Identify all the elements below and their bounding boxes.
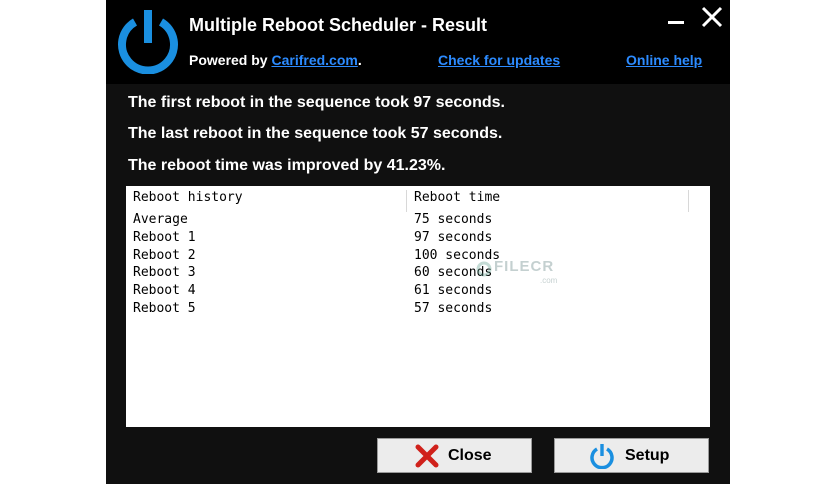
carifred-link[interactable]: Carifred.com — [271, 52, 357, 68]
window-title: Multiple Reboot Scheduler - Result — [189, 15, 488, 35]
list-row-average[interactable]: Average 75 seconds — [126, 212, 710, 230]
powered-suffix: . — [357, 52, 362, 68]
row-value: 75 seconds — [414, 212, 493, 227]
list-row-reboot-1[interactable]: Reboot 1 97 seconds — [126, 230, 710, 248]
row-label: Reboot 1 — [133, 230, 196, 245]
power-icon — [590, 444, 614, 469]
red-x-icon — [415, 444, 439, 468]
window-header: Multiple Reboot Scheduler - Result Power… — [106, 0, 730, 84]
window-close-icon[interactable] — [700, 5, 724, 29]
minimize-icon — [668, 21, 684, 24]
row-value: 97 seconds — [414, 230, 493, 245]
powered-by-text: Powered by Carifred.com. — [189, 52, 362, 68]
row-label: Reboot 3 — [133, 265, 196, 280]
close-button-label: Close — [448, 447, 492, 464]
last-reboot-message: The last reboot in the sequence took 57 … — [128, 125, 503, 142]
first-reboot-message: The first reboot in the sequence took 97… — [128, 94, 505, 111]
check-for-updates-link[interactable]: Check for updates — [438, 52, 560, 68]
close-button[interactable]: Close — [377, 438, 532, 473]
list-row-reboot-3[interactable]: Reboot 3 60 seconds — [126, 265, 710, 283]
column-divider[interactable] — [406, 190, 407, 212]
column-divider[interactable] — [688, 190, 689, 212]
row-value: 61 seconds — [414, 283, 493, 298]
result-window: Multiple Reboot Scheduler - Result Power… — [106, 0, 730, 484]
row-value: 60 seconds — [414, 265, 493, 280]
column-header-reboot-history[interactable]: Reboot history — [133, 190, 243, 205]
column-header-reboot-time[interactable]: Reboot time — [414, 190, 500, 205]
online-help-link[interactable]: Online help — [626, 52, 702, 68]
reboot-history-list[interactable]: Reboot history Reboot time Average 75 se… — [126, 186, 710, 427]
list-row-reboot-4[interactable]: Reboot 4 61 seconds — [126, 283, 710, 301]
row-label: Reboot 5 — [133, 301, 196, 316]
list-row-reboot-2[interactable]: Reboot 2 100 seconds — [126, 248, 710, 266]
minimize-button[interactable] — [666, 2, 686, 26]
setup-button[interactable]: Setup — [554, 438, 709, 473]
list-row-reboot-5[interactable]: Reboot 5 57 seconds — [126, 301, 710, 319]
row-label: Reboot 4 — [133, 283, 196, 298]
power-logo-icon — [118, 10, 178, 74]
setup-button-label: Setup — [625, 447, 670, 464]
row-label: Average — [133, 212, 188, 227]
list-header: Reboot history Reboot time — [126, 190, 710, 210]
row-value: 100 seconds — [414, 248, 501, 263]
row-value: 57 seconds — [414, 301, 493, 316]
row-label: Reboot 2 — [133, 248, 196, 263]
powered-prefix: Powered by — [189, 52, 272, 68]
improvement-message: The reboot time was improved by 41.23%. — [128, 157, 446, 174]
